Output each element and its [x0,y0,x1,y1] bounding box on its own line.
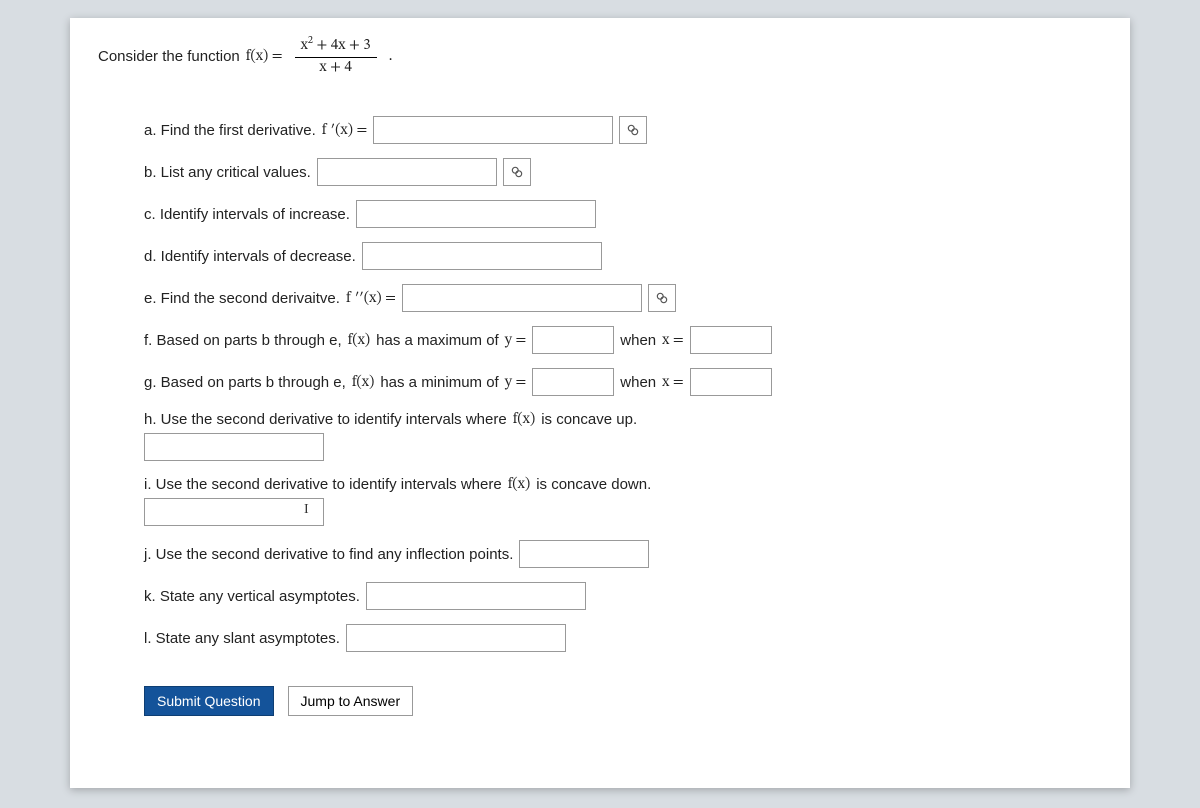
part-g-mid: has a minimum of [380,374,498,391]
part-d-input[interactable] [362,242,602,270]
part-g-y-input[interactable] [532,368,614,396]
part-g-x-input[interactable] [690,368,772,396]
part-d: d. Identify intervals of decrease. [144,242,1102,270]
part-f-mid: has a maximum of [376,332,499,349]
submit-button[interactable]: Submit Question [144,686,274,716]
intro-prefix: Consider the function [98,48,240,65]
part-i-before: i. Use the second derivative to identify… [144,476,502,493]
part-h-before: h. Use the second derivative to identify… [144,411,507,428]
part-e-text: e. Find the second derivaitve. [144,290,340,307]
part-a-eq: f ′(x) = [322,121,368,140]
part-e-input[interactable] [402,284,642,312]
part-e-eq: f ′′(x) = [346,289,396,308]
part-h: h. Use the second derivative to identify… [144,410,1102,429]
intro-fx-label: f(x) = [246,47,283,66]
action-row: Submit Question Jump to Answer [144,686,1102,716]
preview-icon[interactable] [503,158,531,186]
part-d-text: d. Identify intervals of decrease. [144,248,356,265]
part-l-input[interactable] [346,624,566,652]
part-g: g. Based on parts b through e, f(x) has … [144,368,1102,396]
part-i: i. Use the second derivative to identify… [144,475,1102,494]
part-g-xeq: x = [662,373,684,392]
part-c-text: c. Identify intervals of increase. [144,206,350,223]
part-g-before: g. Based on parts b through e, [144,374,346,391]
part-f-when: when [620,332,656,349]
part-f-before: f. Based on parts b through e, [144,332,342,349]
part-i-after: is concave down. [536,476,651,493]
part-i-input-row: I [144,498,1102,526]
part-c-input[interactable] [356,200,596,228]
preview-icon[interactable] [648,284,676,312]
part-b: b. List any critical values. [144,158,1102,186]
parts-container: a. Find the first derivative. f ′(x) = b… [98,116,1102,716]
part-g-when: when [620,374,656,391]
part-k-input[interactable] [366,582,586,610]
part-i-input[interactable] [144,498,324,526]
part-h-input-row [144,433,1102,461]
part-g-yeq: y = [505,373,527,392]
part-h-after: is concave up. [541,411,637,428]
fraction-numerator: x2 + 4x + 3 [295,36,377,58]
part-j-text: j. Use the second derivative to find any… [144,546,513,563]
part-f-x-input[interactable] [690,326,772,354]
part-e: e. Find the second derivaitve. f ′′(x) = [144,284,1102,312]
intro-fraction: x2 + 4x + 3 x + 4 [295,36,377,76]
question-intro: Consider the function f(x) = x2 + 4x + 3… [98,36,1102,76]
part-k-text: k. State any vertical asymptotes. [144,588,360,605]
part-f: f. Based on parts b through e, f(x) has … [144,326,1102,354]
part-l-text: l. State any slant asymptotes. [144,630,340,647]
part-j: j. Use the second derivative to find any… [144,540,1102,568]
preview-icon[interactable] [619,116,647,144]
part-b-input[interactable] [317,158,497,186]
part-f-yeq: y = [505,331,527,350]
part-f-fx: f(x) [348,331,371,350]
part-c: c. Identify intervals of increase. [144,200,1102,228]
part-f-y-input[interactable] [532,326,614,354]
question-sheet: Consider the function f(x) = x2 + 4x + 3… [70,18,1130,788]
part-h-input[interactable] [144,433,324,461]
part-h-fx: f(x) [513,410,536,429]
part-b-text: b. List any critical values. [144,164,311,181]
part-a-text: a. Find the first derivative. [144,122,316,139]
part-a-input[interactable] [373,116,613,144]
part-l: l. State any slant asymptotes. [144,624,1102,652]
part-a: a. Find the first derivative. f ′(x) = [144,116,1102,144]
part-i-fx: f(x) [508,475,531,494]
intro-period: . [389,47,393,66]
fraction-denominator: x + 4 [295,58,377,77]
part-j-input[interactable] [519,540,649,568]
part-g-fx: f(x) [352,373,375,392]
jump-to-answer-button[interactable]: Jump to Answer [288,686,414,716]
part-f-xeq: x = [662,331,684,350]
part-k: k. State any vertical asymptotes. [144,582,1102,610]
